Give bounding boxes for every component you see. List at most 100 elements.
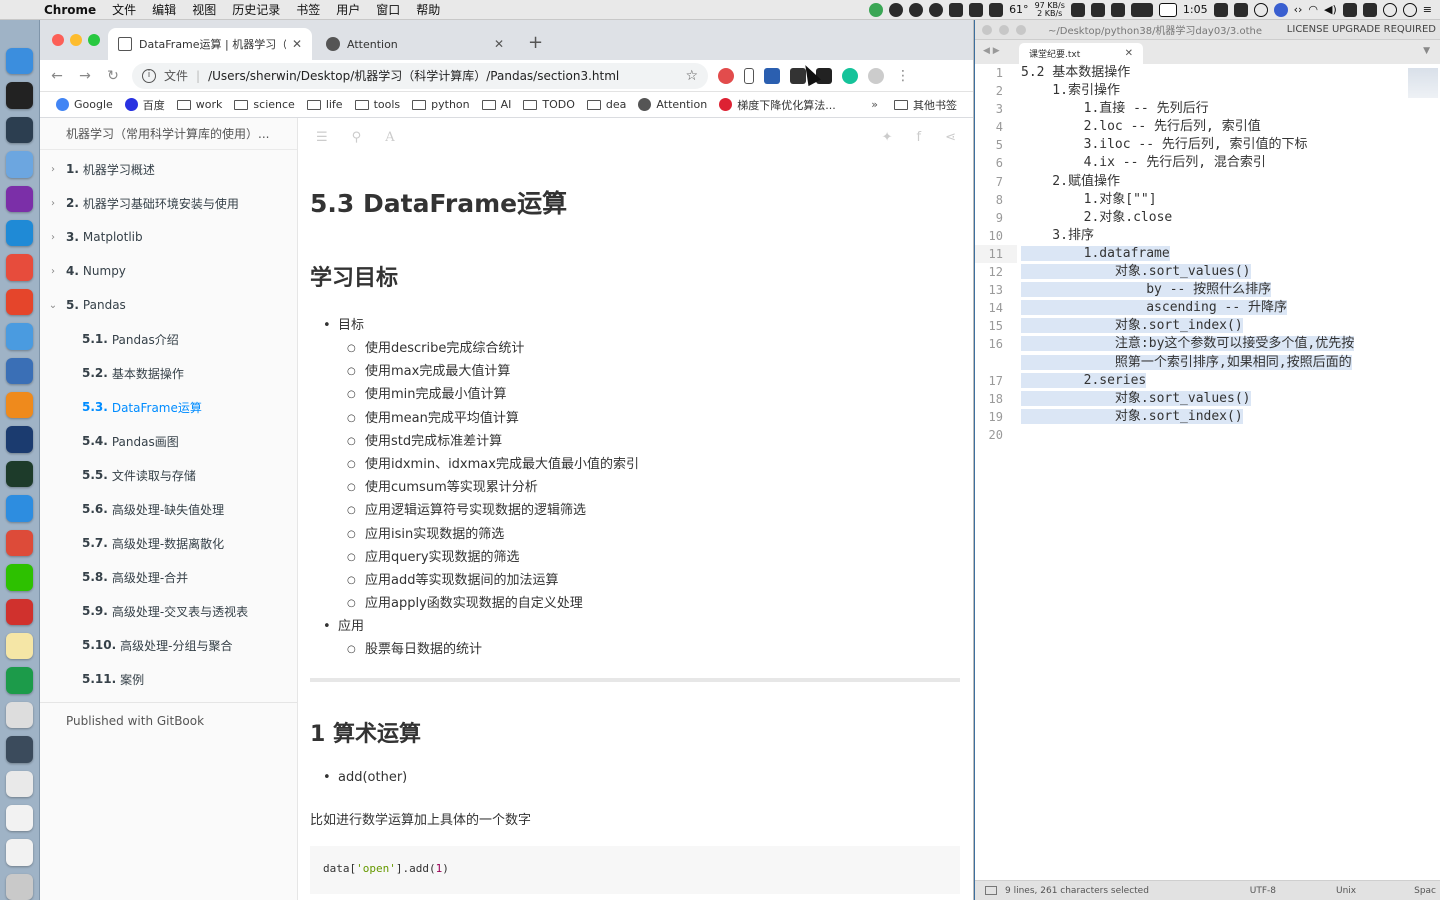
chapter-5-5[interactable]: 5.5. 文件读取与存储 (40, 458, 297, 492)
netease-music-icon[interactable] (6, 598, 33, 625)
preview-icon[interactable] (6, 151, 33, 178)
tab-nav-arrows-icon[interactable]: ◀ ▶ (983, 46, 1000, 56)
search-icon[interactable]: ⚲ (352, 130, 362, 145)
editor-line[interactable]: 对象.sort_index() (1021, 317, 1406, 335)
grid-icon[interactable] (969, 2, 984, 17)
document-icon[interactable] (6, 701, 33, 729)
wifi-icon[interactable]: ◠ (1308, 3, 1318, 16)
editor-line[interactable]: ascending -- 升降序 (1021, 299, 1406, 317)
grammarly-extension-icon[interactable] (842, 67, 858, 84)
close-tab-icon[interactable]: ✕ (1125, 48, 1133, 59)
tab-dataframe[interactable]: DataFrame运算 | 机器学习（常 ✕ (108, 28, 312, 60)
minimap[interactable] (1408, 68, 1438, 98)
bookmark-google[interactable]: Google (50, 97, 119, 113)
address-bar[interactable]: i 文件 | /Users/sherwin/Desktop/机器学习（科学计算库… (132, 62, 708, 89)
weather-temp[interactable]: 61° (1009, 3, 1029, 16)
info-icon[interactable]: i (142, 68, 156, 83)
tab-dropdown-icon[interactable]: ▼ (1423, 46, 1430, 56)
code-block[interactable]: data['open'].add(1) (310, 845, 960, 894)
volume-icon[interactable]: ◀) (1324, 3, 1337, 16)
qq-icon[interactable] (889, 2, 904, 17)
finder-icon[interactable] (6, 48, 33, 75)
layout-icon[interactable] (1233, 2, 1248, 17)
editor-line[interactable]: 1.索引操作 (1021, 82, 1406, 100)
menu-app-name[interactable]: Chrome (36, 3, 104, 17)
tab-notes-file[interactable]: 课堂纪要.txt ✕ (1019, 43, 1143, 64)
chapter-5-4[interactable]: 5.4. Pandas画图 (40, 424, 297, 458)
bookmark-star-icon[interactable]: ☆ (685, 68, 698, 84)
chapter-5-11[interactable]: 5.11. 案例 (40, 662, 297, 696)
chevron-icon[interactable]: › (40, 164, 66, 175)
input-method-icon[interactable] (1342, 2, 1357, 17)
font-settings-icon[interactable]: A (385, 130, 394, 145)
encoding[interactable]: UTF-8 (1250, 886, 1276, 896)
zoom-window-button[interactable] (88, 34, 100, 46)
menu-list-icon[interactable]: ≡ (1423, 3, 1432, 16)
book-title[interactable]: 机器学习（常用科学计算库的使用）... (40, 118, 297, 150)
safari-icon[interactable] (6, 495, 33, 522)
chapter-5-8[interactable]: 5.8. 高级处理-合并 (40, 560, 297, 594)
other-bookmarks[interactable]: 其他书签 (888, 97, 963, 113)
chevron-icon[interactable]: ⌄ (40, 300, 66, 311)
editor-line[interactable]: 对象.sort_values() (1021, 390, 1406, 408)
cast-icon[interactable] (1213, 2, 1228, 17)
close-tab-icon[interactable]: ✕ (494, 37, 504, 51)
editor-line[interactable]: 5.2 基本数据操作 (1021, 64, 1406, 82)
launchpad-icon[interactable] (6, 357, 33, 385)
menu-item[interactable]: 历史记录 (224, 1, 288, 18)
menu-item[interactable]: 文件 (104, 1, 144, 18)
chapter-5-7[interactable]: 5.7. 高级处理-数据离散化 (40, 526, 297, 560)
chapter-5-1[interactable]: 5.1. Pandas介绍 (40, 322, 297, 356)
pycharm-icon[interactable] (6, 667, 33, 694)
sogou-icon[interactable] (6, 254, 33, 281)
editor-line[interactable]: 注意:by这个参数可以接受多个值,优先按 (1021, 335, 1406, 353)
bookmark-extension-icon[interactable] (744, 67, 754, 84)
menu-item[interactable]: 帮助 (408, 1, 448, 18)
bookmark-baidu[interactable]: 百度 (119, 97, 171, 113)
moon-icon[interactable] (929, 2, 944, 17)
text-editor[interactable]: 1 2 3 4 5 6 7 8 9 10 11 12 13 14 15 16 17 18 19 20 5.2 基本数据… (975, 64, 1440, 880)
bookmark-folder[interactable]: science (228, 97, 300, 113)
editor-line[interactable]: 照第一个索引排序,如果相同,按照后面的 (1021, 354, 1406, 372)
cloud-icon[interactable] (909, 2, 924, 17)
dashboard-icon[interactable] (1110, 2, 1125, 17)
bookmark-tray-icon[interactable] (1090, 2, 1105, 17)
chapter-5-6[interactable]: 5.6. 高级处理-缺失值处理 (40, 492, 297, 526)
bookmark-folder[interactable]: tools (349, 97, 407, 113)
editor-line[interactable]: 4.ix -- 先行后列, 混合索引 (1021, 154, 1406, 172)
bookmark-folder[interactable]: life (301, 97, 349, 113)
battery-icon[interactable] (1158, 2, 1177, 17)
chevron-icon[interactable]: › (40, 232, 66, 243)
editor-line[interactable]: 2.赋值操作 (1021, 173, 1406, 191)
window-icon[interactable] (949, 2, 964, 17)
tab-attention[interactable]: Attention ✕ (316, 28, 514, 60)
indentation[interactable]: Spac (1414, 886, 1436, 896)
editor-line[interactable]: 2.对象.close (1021, 209, 1406, 227)
chapter-5-9[interactable]: 5.9. 高级处理-交叉表与透视表 (40, 594, 297, 628)
panel-toggle-icon[interactable] (985, 886, 997, 895)
chapter-5[interactable]: ⌄ 5. Pandas (40, 288, 297, 322)
wechat-icon[interactable] (6, 564, 33, 591)
onenote-icon[interactable] (6, 185, 33, 213)
minimize-window-button[interactable] (70, 34, 82, 46)
activity-icon[interactable] (6, 460, 33, 488)
battery-time[interactable]: 1:05 (1183, 3, 1208, 16)
upload-status-icon[interactable] (869, 2, 884, 17)
chapter-1[interactable]: › 1. 机器学习概述 (40, 152, 297, 186)
editor-line[interactable]: 对象.sort_index() (1021, 408, 1406, 426)
chapter-3[interactable]: › 3. Matplotlib (40, 220, 297, 254)
chevron-icon[interactable]: › (40, 266, 66, 277)
editor-line[interactable]: 1.dataframe (1021, 245, 1406, 263)
siri-icon[interactable] (1273, 2, 1288, 17)
bookmark-globe[interactable]: Attention (632, 97, 713, 113)
file-icon[interactable] (6, 804, 33, 832)
chevron-icon[interactable]: › (40, 198, 66, 209)
editor-lines[interactable]: 5.2 基本数据操作 1.索引操作 1.直接 -- 先列后行 2.loc -- … (1021, 64, 1406, 444)
gitmind-icon[interactable] (6, 288, 33, 316)
trash-icon[interactable] (6, 873, 33, 900)
zoom-window-button[interactable] (1016, 24, 1026, 35)
bookmark-folder[interactable]: python (406, 97, 475, 113)
sublime-icon[interactable] (6, 392, 33, 419)
notification-icon[interactable] (1362, 2, 1377, 17)
menu-item[interactable]: 用户 (328, 1, 368, 18)
